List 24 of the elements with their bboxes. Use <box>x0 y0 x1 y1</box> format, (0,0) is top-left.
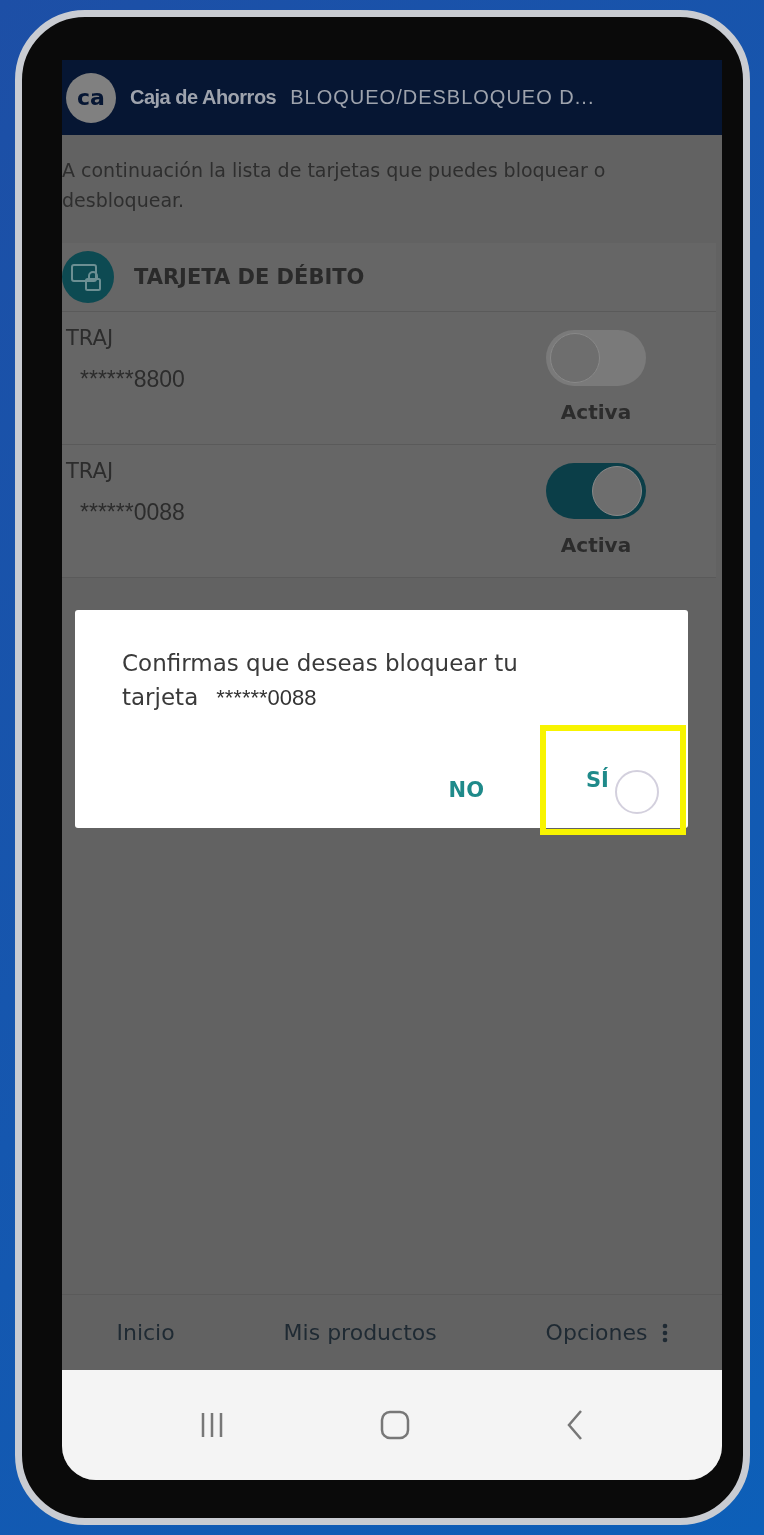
card-number: ******0088 <box>79 499 185 526</box>
home-icon[interactable] <box>380 1410 410 1440</box>
screen-title: BLOQUEO/DESBLOQUEO D... <box>290 86 595 109</box>
dialog-button[interactable]: SÍ <box>540 725 686 835</box>
nav-tab[interactable]: Mis productos <box>277 1314 443 1351</box>
nav-tab[interactable]: Inicio <box>110 1314 181 1351</box>
card-name: TRAJ <box>66 326 115 350</box>
tap-indicator-icon <box>614 769 660 815</box>
card-number: ******8800 <box>79 366 185 393</box>
card-name: TRAJ <box>66 459 115 483</box>
dialog-message: Confirmas que deseas bloquear tu tarjeta ******0088 <box>122 649 519 712</box>
bank-logo: ca <box>66 72 116 123</box>
toggle-switch[interactable] <box>546 330 646 386</box>
card-status: Activa <box>560 400 632 424</box>
back-icon[interactable] <box>566 1409 584 1441</box>
toggle-switch[interactable] <box>546 463 646 519</box>
card-status: Activa <box>560 533 632 557</box>
section-title: TARJETA DE DÉBITO <box>134 265 365 289</box>
more-icon <box>661 1322 668 1343</box>
dialog-button[interactable]: NO <box>418 735 514 845</box>
options-menu-button[interactable]: Opciones <box>539 1314 674 1351</box>
recent-apps-icon[interactable] <box>200 1411 224 1439</box>
card-lock-icon <box>62 251 114 303</box>
brand-name: Caja de Ahorros <box>130 86 277 109</box>
